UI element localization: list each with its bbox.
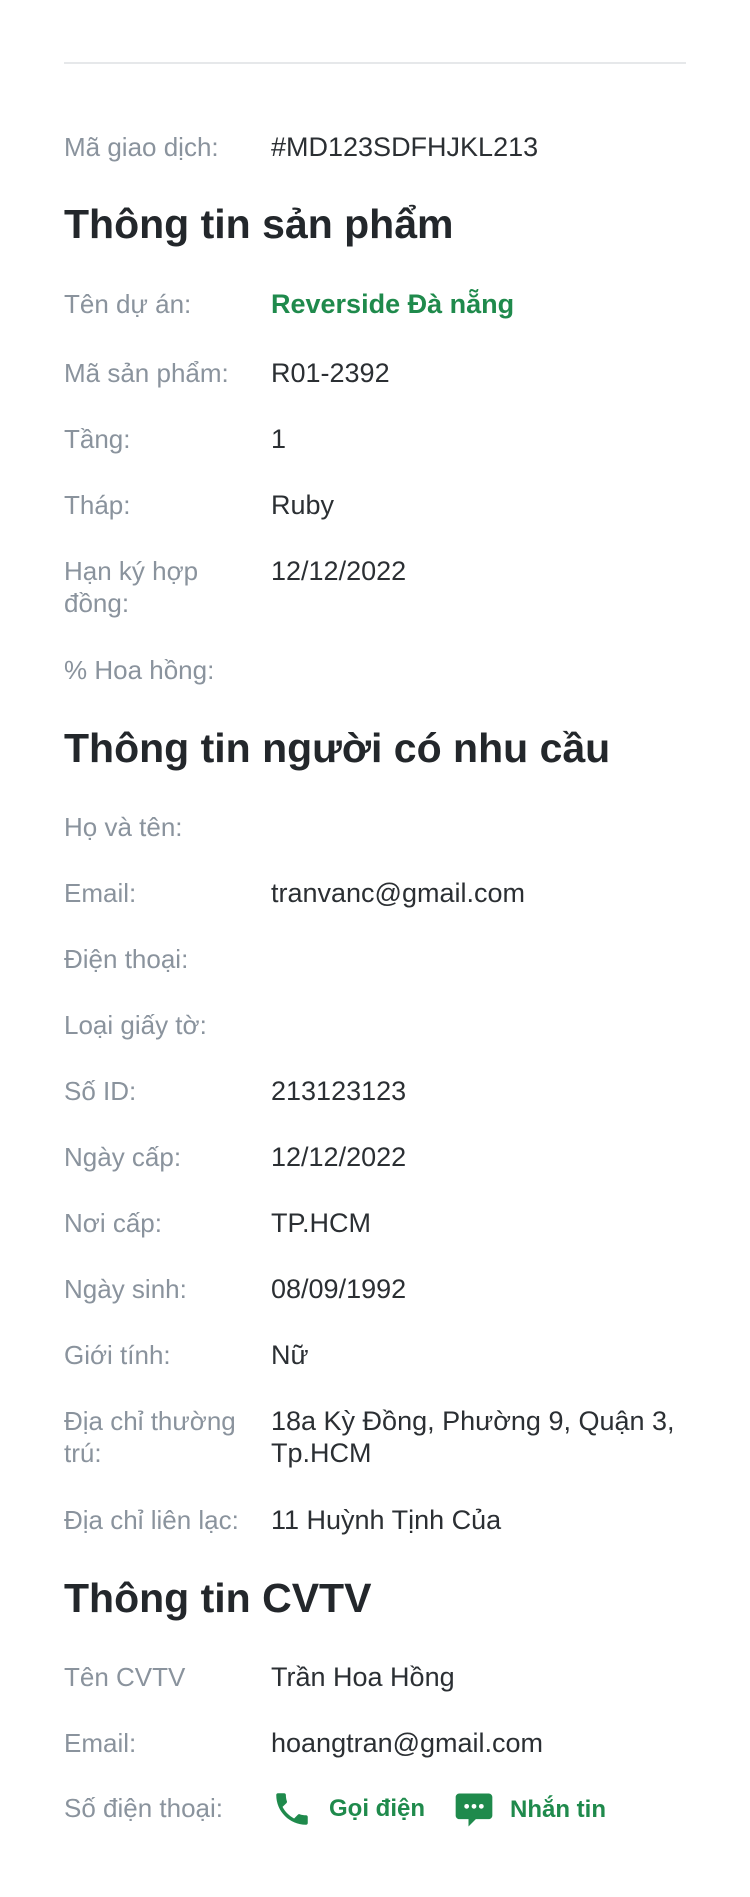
product-code-value: R01-2392 [271, 358, 390, 388]
issue-place-label: Nơi cấp: [64, 1208, 162, 1238]
permanent-address-value: 18a Kỳ Đồng, Phường 9, Quận 3, Tp.HCM [271, 1406, 675, 1468]
contact-address-value: 11 Huỳnh Tịnh Của [271, 1505, 502, 1535]
full-name-label: Họ và tên: [64, 812, 183, 842]
product-code-label: Mã sản phẩm: [64, 358, 229, 388]
id-number-value: 213123123 [271, 1076, 407, 1106]
customer-email-value: tranvanc@gmail.com [271, 878, 525, 908]
contract-deadline-value: 12/12/2022 [271, 556, 407, 586]
customer-email-label: Email: [64, 878, 137, 908]
birth-date-value: 08/09/1992 [271, 1274, 407, 1304]
consultant-name-label: Tên CVTV [64, 1662, 186, 1692]
consultant-email-value: hoangtran@gmail.com [271, 1728, 544, 1758]
transaction-code-label: Mã giao dịch: [64, 132, 219, 162]
phone-icon [271, 1788, 313, 1830]
tower-value: Ruby [271, 490, 335, 520]
consultant-phone-label: Số điện thoại: [64, 1793, 224, 1823]
tower-label: Tháp: [64, 490, 131, 520]
call-button-label: Gọi điện [329, 1795, 425, 1822]
issue-place-value: TP.HCM [271, 1208, 372, 1238]
project-name-value[interactable]: Reverside Đà nẵng [271, 288, 686, 320]
issue-date-label: Ngày cấp: [64, 1142, 182, 1172]
customer-section-heading: Thông tin người có nhu cầu [64, 725, 611, 771]
consultant-email-label: Email: [64, 1728, 137, 1758]
chat-bubble-icon [452, 1788, 496, 1832]
contract-deadline-label: Hạn ký hợp đồng: [64, 556, 199, 618]
project-name-label: Tên dự án: [64, 289, 192, 319]
message-button-label: Nhắn tin [510, 1796, 606, 1823]
floor-value: 1 [271, 424, 287, 454]
permanent-address-label: Địa chỉ thường trú: [64, 1406, 236, 1468]
message-button[interactable]: Nhắn tin [452, 1788, 606, 1832]
consultant-name-value: Trần Hoa Hồng [271, 1662, 455, 1692]
call-button[interactable]: Gọi điện [271, 1788, 425, 1830]
contact-address-label: Địa chỉ liên lạc: [64, 1505, 239, 1535]
floor-label: Tầng: [64, 424, 131, 454]
birth-date-label: Ngày sinh: [64, 1274, 187, 1304]
phone-label: Điện thoại: [64, 944, 189, 974]
consultant-section-heading: Thông tin CVTV [64, 1575, 372, 1621]
issue-date-value: 12/12/2022 [271, 1142, 407, 1172]
field-row-consultant-phone: Số điện thoại: Gọi điện Nhắn tin [64, 1792, 686, 1832]
transaction-code-value: #MD123SDFHJKL213 [271, 132, 539, 162]
product-section-heading: Thông tin sản phẩm [64, 201, 454, 247]
document-type-label: Loại giấy tờ: [64, 1010, 207, 1040]
id-number-label: Số ID: [64, 1076, 137, 1106]
gender-label: Giới tính: [64, 1340, 171, 1370]
transaction-detail-page: Mã giao dịch: #MD123SDFHJKL213 Thông tin… [0, 0, 750, 1897]
top-divider [64, 62, 686, 64]
gender-value: Nữ [271, 1340, 309, 1370]
commission-label: % Hoa hồng: [64, 655, 215, 685]
